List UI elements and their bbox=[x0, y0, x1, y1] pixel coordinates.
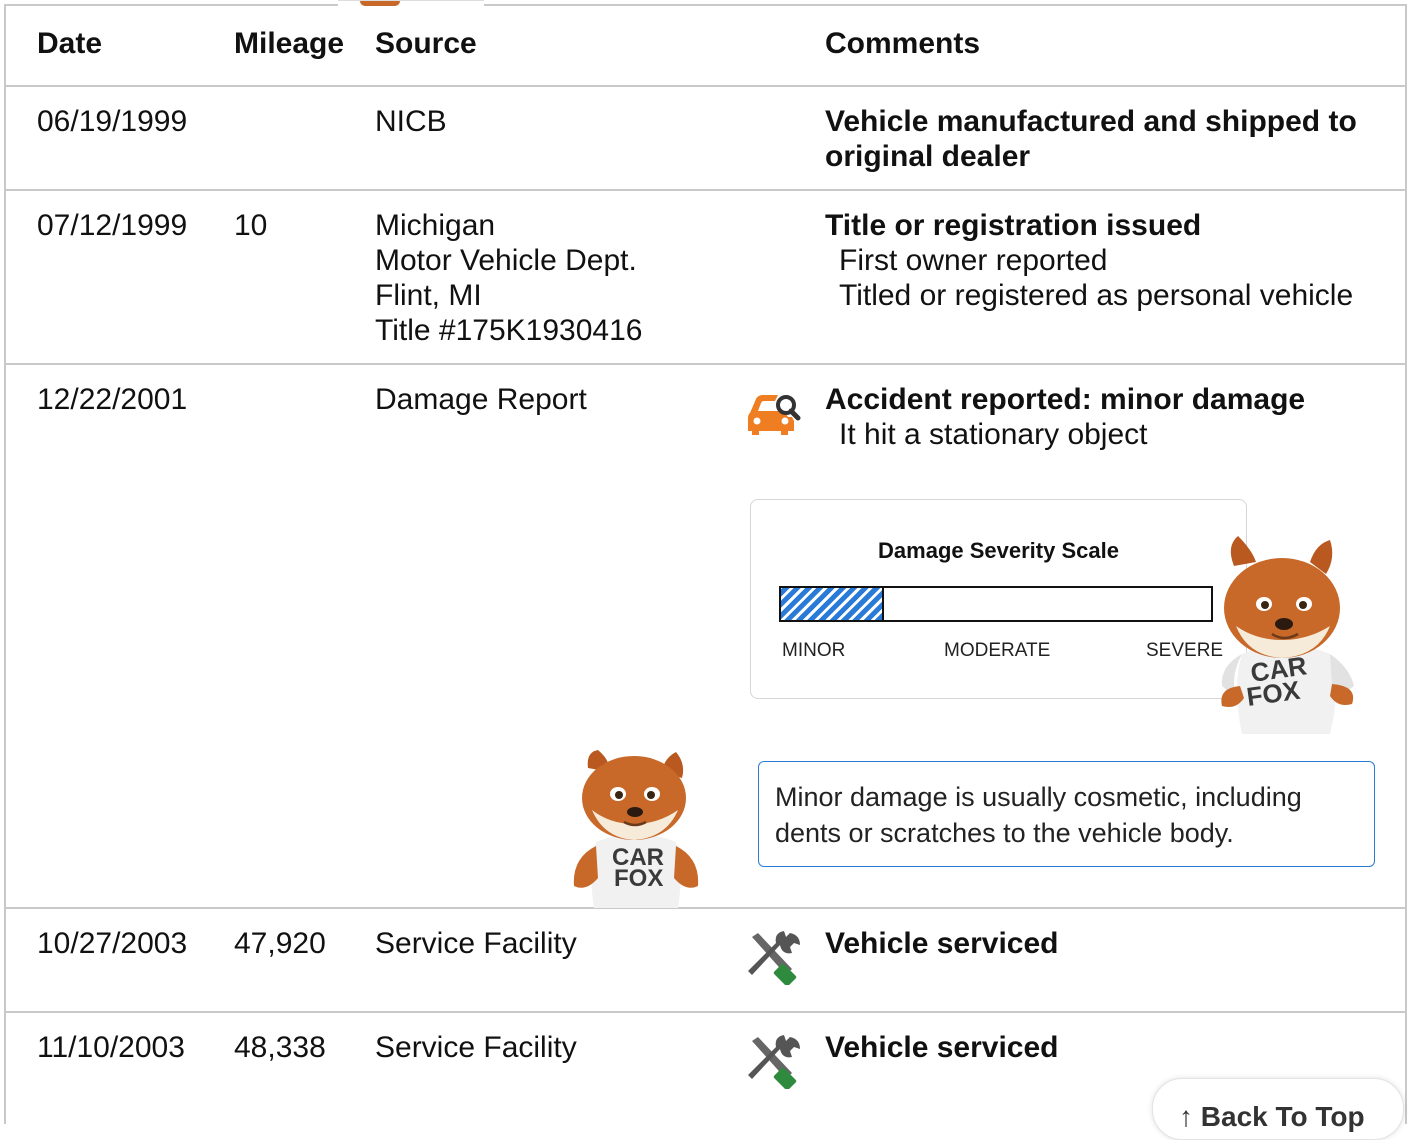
table-row: 06/19/1999 NICB Vehicle manufactured and… bbox=[6, 87, 1407, 191]
severity-title: Damage Severity Scale bbox=[878, 538, 1119, 563]
header-mileage: Mileage bbox=[234, 27, 345, 60]
row-mileage: 48,338 bbox=[234, 1031, 326, 1064]
service-tools-icon bbox=[744, 1033, 802, 1097]
row-date: 12/22/2001 bbox=[37, 383, 188, 416]
row-source: NICB bbox=[375, 105, 447, 138]
damage-severity-scale: Damage Severity Scale MINOR MODERATE SEV… bbox=[750, 499, 1247, 699]
table-row: 10/27/2003 47,920 Service Facility Vehic… bbox=[6, 909, 1407, 1013]
back-to-top-label: ↑ Back To Top bbox=[1179, 1101, 1365, 1132]
row-comment-title: Accident reported: minor damage bbox=[825, 383, 1306, 416]
table-header: Date Mileage Source Comments bbox=[6, 6, 1407, 87]
header-source: Source bbox=[375, 27, 477, 60]
severity-bar-fill bbox=[781, 588, 885, 620]
car-damage-icon bbox=[744, 391, 802, 445]
row-comment-detail: Titled or registered as personal vehicle bbox=[839, 279, 1354, 312]
row-comment-title: Title or registration issued bbox=[825, 209, 1202, 242]
row-source: Service Facility bbox=[375, 1031, 577, 1064]
row-source: Damage Report bbox=[375, 383, 587, 416]
row-mileage: 10 bbox=[234, 209, 268, 242]
header-date: Date bbox=[37, 27, 103, 60]
row-source: Service Facility bbox=[375, 927, 577, 960]
row-mileage: 47,920 bbox=[234, 927, 326, 960]
severity-bar bbox=[779, 586, 1213, 622]
severity-label-moderate: MODERATE bbox=[944, 640, 1051, 661]
row-comments: Title or registration issued First owner… bbox=[825, 208, 1385, 313]
row-source: Michigan Motor Vehicle Dept. Flint, MI T… bbox=[375, 209, 643, 347]
car-fox-mascot-image: CAR FOX bbox=[1212, 536, 1362, 739]
row-date: 10/27/2003 bbox=[37, 927, 188, 960]
shirt-text-line2: FOX bbox=[614, 865, 663, 892]
row-comment-title: Vehicle manufactured and shipped to orig… bbox=[825, 105, 1357, 173]
row-comments: Accident reported: minor damage It hit a… bbox=[825, 382, 1385, 452]
row-date: 06/19/1999 bbox=[37, 105, 188, 138]
row-comment-title: Vehicle serviced bbox=[825, 1031, 1059, 1064]
row-comment-title: Vehicle serviced bbox=[825, 927, 1059, 960]
table-row: 07/12/1999 10 Michigan Motor Vehicle Dep… bbox=[6, 191, 1407, 365]
row-comment-detail: First owner reported bbox=[839, 244, 1108, 277]
row-date: 11/10/2003 bbox=[37, 1031, 185, 1064]
service-tools-icon bbox=[744, 929, 802, 993]
car-fox-mascot-image: CAR FOX bbox=[566, 750, 706, 913]
back-to-top-button[interactable]: ↑ Back To Top bbox=[1152, 1078, 1404, 1140]
damage-info-box: Minor damage is usually cosmetic, includ… bbox=[758, 761, 1375, 867]
row-comment-detail: It hit a stationary object bbox=[839, 418, 1148, 451]
row-date: 07/12/1999 bbox=[37, 209, 188, 242]
severity-label-minor: MINOR bbox=[782, 640, 846, 661]
header-comments: Comments bbox=[825, 27, 981, 60]
